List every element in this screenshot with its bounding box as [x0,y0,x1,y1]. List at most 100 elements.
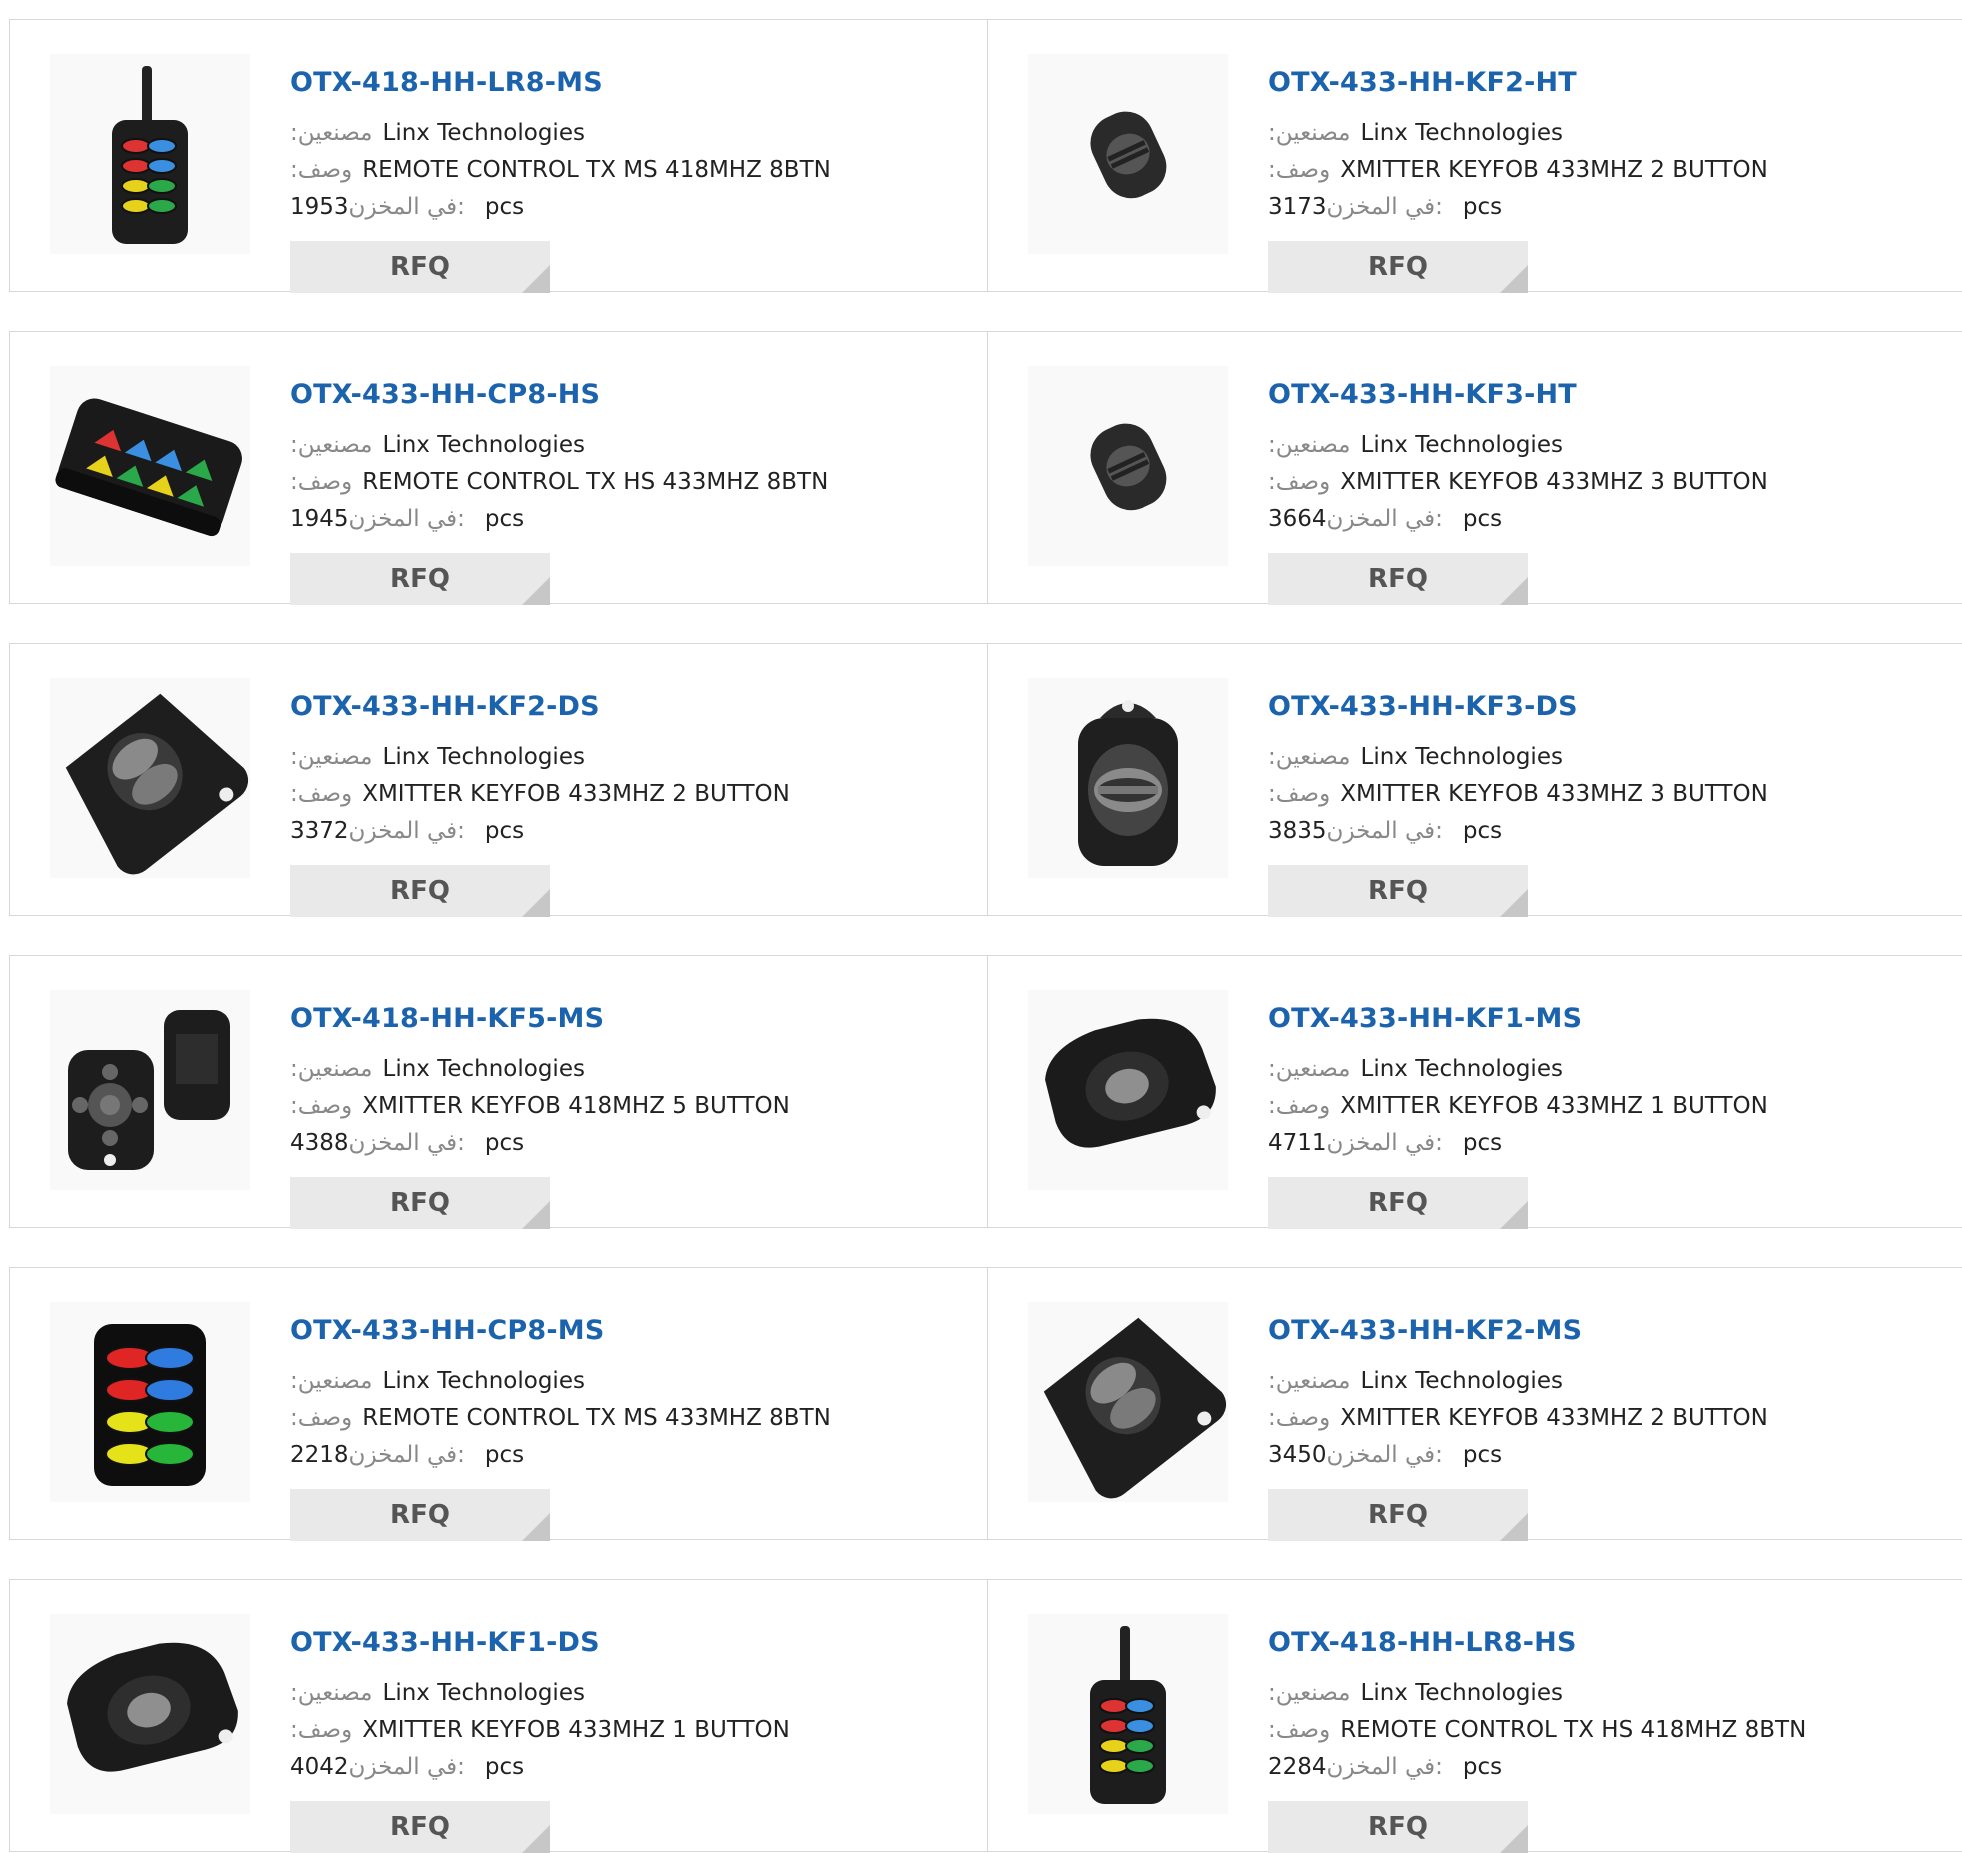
product-image[interactable] [1028,366,1228,566]
description-label: :وصف [1268,1717,1331,1743]
product-row: OTX-433-HH-CP8-HS:مصنعين Linx Technologie… [9,331,1962,605]
stock-unit: pcs [484,818,525,844]
description-line: :وصف XMITTER KEYFOB 418MHZ 5 BUTTON [290,1093,790,1119]
product-image[interactable] [50,1302,250,1502]
description-value: XMITTER KEYFOB 433MHZ 2 BUTTON [362,781,790,807]
rfq-button[interactable]: RFQ [1268,553,1528,605]
stock-label: في المخزن: [348,818,465,844]
description-line: :وصف XMITTER KEYFOB 433MHZ 2 BUTTON [1268,157,1768,183]
rfq-label: RFQ [1368,1188,1428,1218]
rfq-label: RFQ [1368,564,1428,594]
product-image[interactable] [1028,678,1228,878]
description-line: :وصف XMITTER KEYFOB 433MHZ 1 BUTTON [290,1717,790,1743]
rfq-label: RFQ [1368,252,1428,282]
part-number-link[interactable]: OTX-433-HH-KF3-HT [1268,379,1577,410]
stock-value: 3173 [1268,194,1327,220]
description-value: XMITTER KEYFOB 433MHZ 2 BUTTON [1340,1405,1768,1431]
description-value: XMITTER KEYFOB 433MHZ 3 BUTTON [1340,469,1768,495]
description-line: :وصف XMITTER KEYFOB 433MHZ 3 BUTTON [1268,469,1768,495]
product-card: OTX-433-HH-KF3-DS :مصنعين Linx Technologie… [987,644,1962,917]
corner-triangle-icon [1500,1201,1528,1229]
rfq-button[interactable]: RFQ [290,241,550,293]
description-label: :وصف [1268,469,1331,495]
description-label: :وصف [1268,157,1331,183]
manufacturer-line: :مصنعين Linx Technologies [1268,1368,1563,1394]
corner-triangle-icon [522,265,550,293]
description-label: :وصف [290,1405,353,1431]
product-image[interactable] [50,366,250,566]
rfq-button[interactable]: RFQ [290,1489,550,1541]
part-number-link[interactable]: OTX-418-HH-KF5-MS [290,1003,604,1034]
stock-unit: pcs [484,1130,525,1156]
rfq-button[interactable]: RFQ [1268,1801,1528,1853]
stock-line: 4042في المخزن: pcs [290,1754,524,1780]
manufacturer-value: Linx Technologies [1360,432,1563,458]
rfq-button[interactable]: RFQ [290,1177,550,1229]
corner-triangle-icon [522,889,550,917]
stock-value: 1953 [290,194,349,220]
stock-line: 2284في المخزن: pcs [1268,1754,1502,1780]
product-row: OTX-433-HH-KF1-DS :مصنعين Linx Technologie… [9,1579,1962,1853]
stock-label: في المخزن: [1326,1754,1443,1780]
description-line: :وصف REMOTE CONTROL TX HS 433MHZ 8BTN [290,469,828,495]
part-number-link[interactable]: OTX-433-HH-KF2-MS [1268,1315,1582,1346]
rfq-button[interactable]: RFQ [1268,1489,1528,1541]
product-image[interactable] [1028,1614,1228,1814]
rfq-button[interactable]: RFQ [290,553,550,605]
manufacturer-line: :مصنعين Linx Technologies [1268,744,1563,770]
product-grid: OTX-418-HH-LR8-MS:مصنعين Linx Technologie… [9,0,1962,1853]
rfq-label: RFQ [1368,1812,1428,1842]
product-image[interactable] [50,990,250,1190]
rfq-label: RFQ [390,252,450,282]
stock-line: 3450في المخزن: pcs [1268,1442,1502,1468]
description-line: :وصف XMITTER KEYFOB 433MHZ 1 BUTTON [1268,1093,1768,1119]
product-image[interactable] [1028,990,1228,1190]
part-number-link[interactable]: OTX-418-HH-LR8-MS [290,67,603,98]
stock-unit: pcs [484,1442,525,1468]
product-image[interactable] [1028,54,1228,254]
remote-8btn-numbered-icon [94,1324,206,1486]
rfq-label: RFQ [390,1812,450,1842]
part-number-link[interactable]: OTX-433-HH-KF1-MS [1268,1003,1582,1034]
corner-triangle-icon [522,1201,550,1229]
corner-triangle-icon [1500,889,1528,917]
product-row: OTX-418-HH-KF5-MS:مصنعين Linx Technologie… [9,955,1962,1229]
rfq-button[interactable]: RFQ [1268,865,1528,917]
part-number-link[interactable]: OTX-433-HH-KF2-DS [290,691,600,722]
corner-triangle-icon [522,577,550,605]
rfq-label: RFQ [390,876,450,906]
product-image[interactable] [1028,1302,1228,1502]
manufacturer-value: Linx Technologies [1360,1056,1563,1082]
part-number-link[interactable]: OTX-433-HH-KF1-DS [290,1627,600,1658]
product-card: OTX-433-HH-KF2-MS :مصنعين Linx Technologie… [987,1268,1962,1541]
rfq-button[interactable]: RFQ [1268,1177,1528,1229]
description-line: :وصف XMITTER KEYFOB 433MHZ 2 BUTTON [290,781,790,807]
product-card: OTX-418-HH-LR8-HS:مصنعين Linx Technologie… [987,1580,1962,1853]
product-image[interactable] [50,678,250,878]
product-image[interactable] [50,54,250,254]
stock-value: 3372 [290,818,349,844]
stock-unit: pcs [484,194,525,220]
stock-unit: pcs [1462,1442,1503,1468]
manufacturer-value: Linx Technologies [1360,1368,1563,1394]
rfq-button[interactable]: RFQ [290,865,550,917]
product-card: OTX-433-HH-KF3-HT:مصنعين Linx Technologie… [987,332,1962,605]
rfq-button[interactable]: RFQ [1268,241,1528,293]
description-line: :وصف REMOTE CONTROL TX MS 418MHZ 8BTN [290,157,831,183]
part-number-link[interactable]: OTX-418-HH-LR8-HS [1268,1627,1577,1658]
product-image[interactable] [50,1614,250,1814]
stock-value: 2218 [290,1442,349,1468]
rfq-button[interactable]: RFQ [290,1801,550,1853]
part-number-link[interactable]: OTX-433-HH-CP8-MS [290,1315,604,1346]
keyfob-5btn-icon [68,1010,230,1170]
part-number-link[interactable]: OTX-433-HH-KF3-DS [1268,691,1578,722]
manufacturer-label: :مصنعين [290,744,373,770]
part-number-link[interactable]: OTX-433-HH-CP8-HS [290,379,600,410]
manufacturer-value: Linx Technologies [382,1056,585,1082]
manufacturer-label: :مصنعين [1268,120,1351,146]
corner-triangle-icon [1500,265,1528,293]
manufacturer-label: :مصنعين [1268,744,1351,770]
part-number-link[interactable]: OTX-433-HH-KF2-HT [1268,67,1577,98]
manufacturer-line: :مصنعين Linx Technologies [290,1680,585,1706]
description-value: XMITTER KEYFOB 418MHZ 5 BUTTON [362,1093,790,1119]
